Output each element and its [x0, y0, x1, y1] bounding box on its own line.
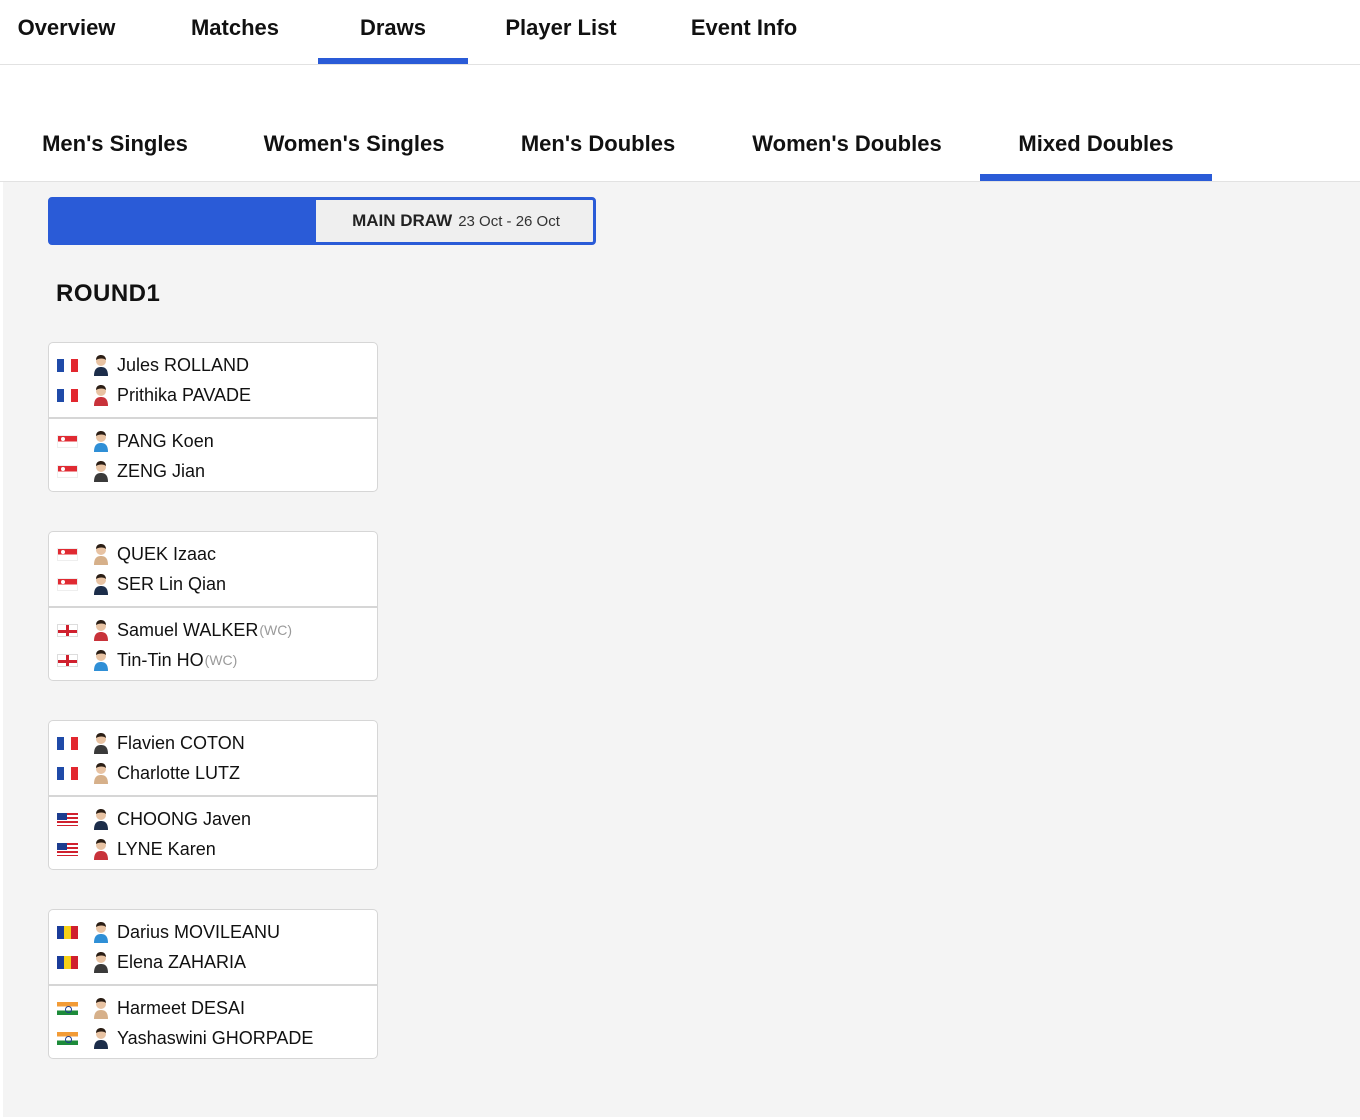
player-name: Yashaswini GHORPADE — [117, 1027, 314, 1048]
player-avatar-icon — [94, 431, 108, 452]
player-entry[interactable]: Yashaswini GHORPADE — [49, 1023, 377, 1053]
player-entry[interactable]: Samuel WALKER (WC) — [49, 615, 377, 645]
player-name: CHOONG Javen — [117, 808, 252, 829]
player-name: QUEK Izaac — [117, 543, 217, 564]
player-entry[interactable]: Prithika PAVADE — [49, 380, 377, 410]
player-name: Elena ZAHARIA — [117, 951, 247, 972]
fra-flag-icon — [57, 358, 78, 372]
tab-mens-singles[interactable]: Men's Singles — [3, 110, 227, 181]
main-draw-button[interactable]: MAIN DRAW 23 Oct - 26 Oct — [316, 200, 593, 242]
eng-flag-icon — [57, 653, 78, 667]
sgp-flag-icon — [57, 577, 78, 591]
team-row: PANG Koen ZENG Jian — [49, 417, 377, 491]
draw-content: MAIN DRAW 23 Oct - 26 Oct ROUND1 Jules R… — [3, 182, 1360, 1117]
tab-womens-doubles[interactable]: Women's Doubles — [715, 110, 979, 181]
team-row: CHOONG Javen LYNE Karen — [49, 795, 377, 869]
match-card[interactable]: Jules ROLLAND Prithika PAVADE PANG Koen ZEN… — [48, 342, 378, 492]
fra-flag-icon — [57, 736, 78, 750]
player-name: Tin-Tin HO — [117, 649, 204, 670]
team-row: Samuel WALKER (WC) Tin-Tin HO (WC) — [49, 606, 377, 680]
player-avatar-icon — [94, 809, 108, 830]
player-entry[interactable]: ZENG Jian — [49, 456, 377, 486]
rou-flag-icon — [57, 925, 78, 939]
team-row: Darius MOVILEANU Elena ZAHARIA — [49, 910, 377, 984]
player-avatar-icon — [94, 922, 108, 943]
player-name: SER Lin Qian — [117, 573, 227, 594]
tab-womens-singles[interactable]: Women's Singles — [227, 110, 481, 181]
player-avatar-icon — [94, 544, 108, 565]
player-entry[interactable]: PANG Koen — [49, 426, 377, 456]
event-tabs: Men's Singles Women's Singles Men's Doub… — [0, 110, 1360, 182]
player-entry[interactable]: Elena ZAHARIA — [49, 947, 377, 977]
player-entry[interactable]: LYNE Karen — [49, 834, 377, 864]
tab-mens-doubles[interactable]: Men's Doubles — [481, 110, 715, 181]
player-name: PANG Koen — [117, 430, 214, 451]
player-name: Flavien COTON — [117, 732, 245, 753]
top-nav: Overview Matches Draws Player List Event… — [0, 0, 1360, 65]
team-row: QUEK Izaac SER Lin Qian — [49, 532, 377, 606]
player-entry[interactable]: Charlotte LUTZ — [49, 758, 377, 788]
player-entry[interactable]: Darius MOVILEANU — [49, 917, 377, 947]
player-entry[interactable]: SER Lin Qian — [49, 569, 377, 599]
player-entry[interactable]: CHOONG Javen — [49, 804, 377, 834]
player-avatar-icon — [94, 574, 108, 595]
fra-flag-icon — [57, 766, 78, 780]
player-name: Charlotte LUTZ — [117, 762, 241, 783]
mas-flag-icon — [57, 842, 78, 856]
tab-player-list[interactable]: Player List — [468, 0, 654, 64]
tab-draws[interactable]: Draws — [318, 0, 468, 64]
match-card[interactable]: Darius MOVILEANU Elena ZAHARIA Harmeet DES… — [48, 909, 378, 1059]
player-name: Samuel WALKER — [117, 619, 259, 640]
draw-toggle: MAIN DRAW 23 Oct - 26 Oct — [48, 197, 596, 245]
main-draw-dates: 23 Oct - 26 Oct — [458, 212, 560, 230]
player-avatar-icon — [94, 1028, 108, 1049]
player-entry[interactable]: QUEK Izaac — [49, 539, 377, 569]
player-name: ZENG Jian — [117, 460, 206, 481]
player-name: Prithika PAVADE — [117, 384, 252, 405]
sgp-flag-icon — [57, 464, 78, 478]
main-draw-label: MAIN DRAW — [352, 211, 453, 230]
tab-overview[interactable]: Overview — [0, 0, 133, 64]
match-card[interactable]: Flavien COTON Charlotte LUTZ CHOONG Javen L… — [48, 720, 378, 870]
player-avatar-icon — [94, 998, 108, 1019]
player-name: Harmeet DESAI — [117, 997, 246, 1018]
mas-flag-icon — [57, 812, 78, 826]
player-name: Jules ROLLAND — [117, 354, 250, 375]
player-avatar-icon — [94, 620, 108, 641]
sgp-flag-icon — [57, 434, 78, 448]
wildcard-tag: (WC) — [204, 652, 238, 668]
fra-flag-icon — [57, 388, 78, 402]
player-avatar-icon — [94, 733, 108, 754]
tab-mixed-doubles[interactable]: Mixed Doubles — [980, 110, 1212, 181]
tab-matches[interactable]: Matches — [152, 0, 318, 64]
player-avatar-icon — [94, 461, 108, 482]
eng-flag-icon — [57, 623, 78, 637]
player-entry[interactable]: Jules ROLLAND — [49, 350, 377, 380]
sgp-flag-icon — [57, 547, 78, 561]
player-avatar-icon — [94, 650, 108, 671]
player-name: Darius MOVILEANU — [117, 921, 281, 942]
player-entry[interactable]: Flavien COTON — [49, 728, 377, 758]
team-row: Jules ROLLAND Prithika PAVADE — [49, 343, 377, 417]
round-title: ROUND1 — [56, 280, 161, 307]
player-avatar-icon — [94, 385, 108, 406]
team-row: Harmeet DESAI Yashaswini GHORPADE — [49, 984, 377, 1058]
match-card[interactable]: QUEK Izaac SER Lin Qian Samuel WALKER (WC) T… — [48, 531, 378, 681]
tab-event-info[interactable]: Event Info — [654, 0, 834, 64]
draw-toggle-blue-segment[interactable] — [51, 200, 316, 242]
player-avatar-icon — [94, 839, 108, 860]
player-avatar-icon — [94, 952, 108, 973]
player-name: LYNE Karen — [117, 838, 216, 859]
wildcard-tag: (WC) — [259, 622, 293, 638]
ind-flag-icon — [57, 1031, 78, 1045]
player-entry[interactable]: Harmeet DESAI — [49, 993, 377, 1023]
rou-flag-icon — [57, 955, 78, 969]
ind-flag-icon — [57, 1001, 78, 1015]
player-avatar-icon — [94, 355, 108, 376]
player-avatar-icon — [94, 763, 108, 784]
player-entry[interactable]: Tin-Tin HO (WC) — [49, 645, 377, 675]
team-row: Flavien COTON Charlotte LUTZ — [49, 721, 377, 795]
